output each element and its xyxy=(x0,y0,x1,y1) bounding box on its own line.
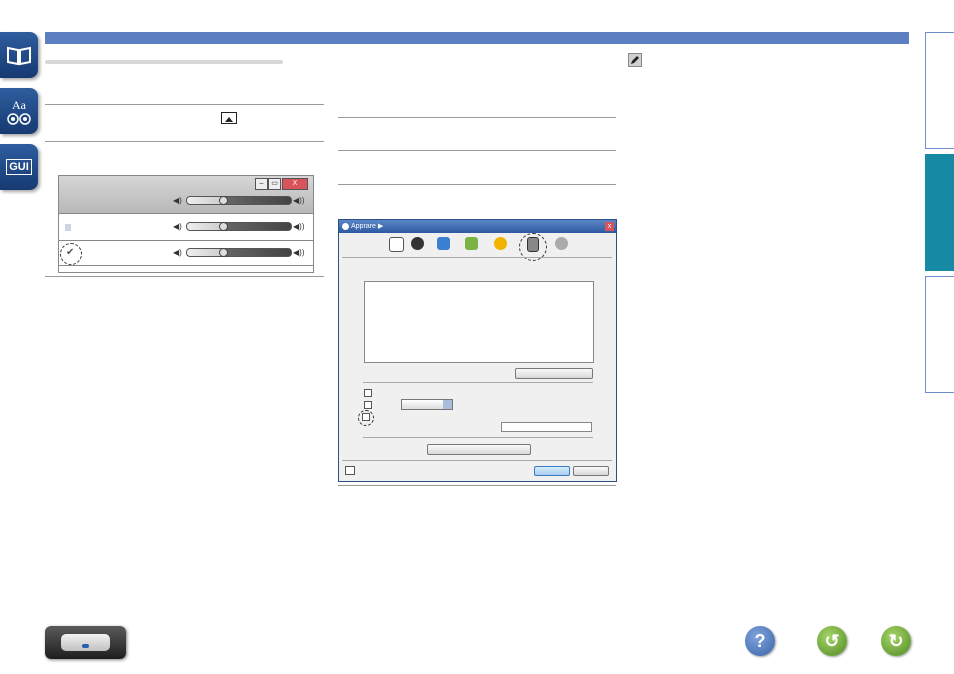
row-divider xyxy=(59,265,313,266)
right-tab-bottom[interactable] xyxy=(925,276,954,393)
app-icon xyxy=(342,223,349,230)
preferences-window: Apprare ▶ x xyxy=(338,219,617,482)
footer-divider xyxy=(342,460,612,461)
question-icon: ? xyxy=(754,630,766,651)
sharing-icon[interactable] xyxy=(437,237,450,250)
option-checkbox[interactable] xyxy=(364,401,372,409)
volume-high-icon: ◀)) xyxy=(293,222,305,231)
checkmark-icon[interactable]: ✔ xyxy=(66,247,74,258)
advanced-icon[interactable] xyxy=(555,237,568,250)
general-icon[interactable] xyxy=(389,237,404,252)
volume-high-icon: ◀)) xyxy=(293,248,305,257)
step-divider xyxy=(338,184,616,185)
help-button[interactable]: ? xyxy=(745,626,775,656)
master-volume-slider[interactable] xyxy=(186,196,292,205)
back-button[interactable]: ↺ xyxy=(817,626,847,656)
volume-low-icon: ◀) xyxy=(173,222,182,231)
window-title-bar: Apprare ▶ xyxy=(339,220,616,233)
step-divider xyxy=(45,141,324,142)
computer-volume-slider[interactable] xyxy=(186,222,292,231)
side-tab-contents[interactable] xyxy=(0,32,38,78)
receiver-volume-slider[interactable] xyxy=(186,248,292,257)
remove-device-button[interactable] xyxy=(515,368,593,379)
option-checkbox[interactable] xyxy=(362,413,370,421)
forward-arrow-icon: ↻ xyxy=(888,630,904,651)
step-divider xyxy=(338,117,616,118)
restore-button[interactable]: ▭ xyxy=(268,178,281,190)
volume-high-icon: ◀)) xyxy=(293,196,305,205)
side-tab-gui[interactable]: GUI xyxy=(0,144,38,190)
right-tab-top[interactable] xyxy=(925,32,954,149)
step-divider xyxy=(338,485,616,486)
side-tab-glossary[interactable]: Aa xyxy=(0,88,38,134)
speaker-window: – ▭ X ◀) ◀)) ◀) ◀)) ✔ ◀) ◀)) xyxy=(58,175,314,273)
back-arrow-icon: ↺ xyxy=(824,630,840,651)
section-header-bar xyxy=(45,32,909,44)
speaker-icon xyxy=(7,112,31,125)
device-list-box[interactable] xyxy=(364,281,594,363)
minimize-button[interactable]: – xyxy=(255,178,268,190)
step-divider xyxy=(45,104,324,105)
parental-icon[interactable] xyxy=(494,237,507,250)
cancel-button[interactable] xyxy=(573,466,609,476)
volume-low-icon: ◀) xyxy=(173,248,182,257)
help-checkbox[interactable] xyxy=(345,466,355,475)
glossary-label: Aa xyxy=(12,97,26,112)
chevron-down-icon xyxy=(443,400,452,409)
option-dropdown[interactable] xyxy=(401,399,453,410)
volume-low-icon: ◀) xyxy=(173,196,182,205)
right-tab-active[interactable] xyxy=(925,154,954,271)
close-button[interactable]: x xyxy=(605,222,614,231)
unchecked-box[interactable] xyxy=(65,224,71,231)
section-divider xyxy=(363,382,593,383)
airplay-icon xyxy=(221,112,237,124)
home-device-button[interactable] xyxy=(45,626,126,659)
close-button[interactable]: X xyxy=(282,178,308,190)
section-divider xyxy=(363,437,593,438)
ok-button[interactable] xyxy=(534,466,570,476)
reset-button[interactable] xyxy=(427,444,531,455)
option-checkbox[interactable] xyxy=(364,389,372,397)
step-divider xyxy=(338,150,616,151)
receiver-icon xyxy=(61,634,110,651)
text-field[interactable] xyxy=(501,422,592,432)
row-divider xyxy=(59,240,313,241)
pencil-icon xyxy=(628,53,642,67)
book-icon xyxy=(7,46,31,66)
playback-icon[interactable] xyxy=(411,237,424,250)
gui-label: GUI xyxy=(6,159,32,175)
window-title: Apprare xyxy=(351,223,376,230)
forward-button[interactable]: ↻ xyxy=(881,626,911,656)
subheading-bar xyxy=(45,60,283,64)
toolbar-divider xyxy=(342,257,612,258)
store-icon[interactable] xyxy=(465,237,478,250)
step-divider xyxy=(45,276,324,277)
